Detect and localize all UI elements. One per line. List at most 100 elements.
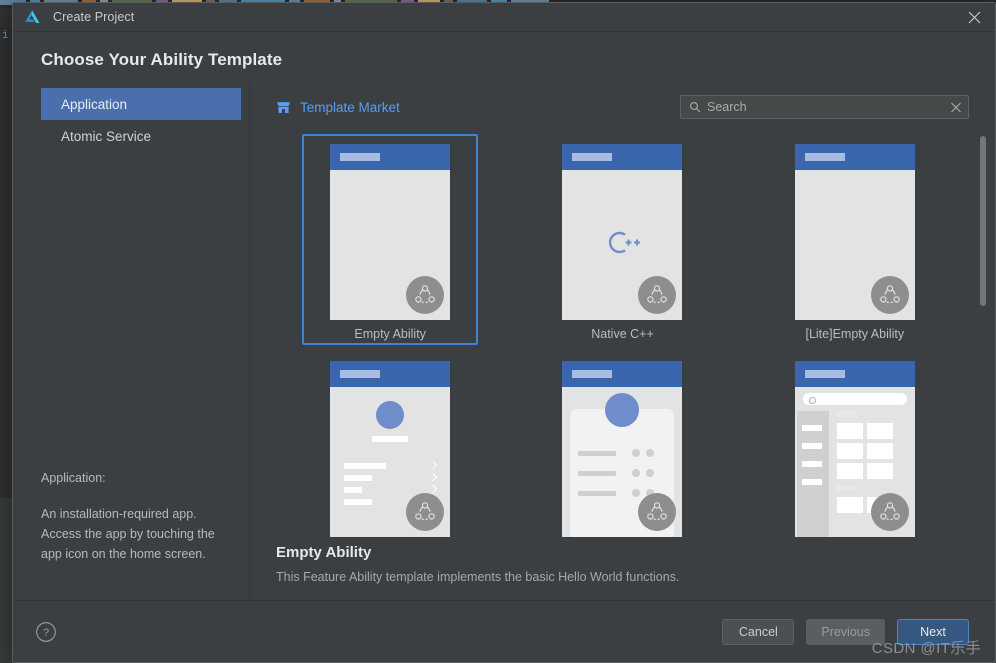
- footer-buttons: Cancel Previous Next: [722, 618, 969, 645]
- grid-tile: [866, 443, 893, 459]
- distributed-icon: [415, 502, 435, 521]
- template-card[interactable]: Native C++: [534, 134, 710, 345]
- distributed-badge: [406, 493, 445, 531]
- category-rail-item: [801, 479, 822, 485]
- template-scrollbar[interactable]: [980, 136, 986, 306]
- template-card[interactable]: [302, 351, 478, 538]
- distributed-icon: [415, 285, 435, 304]
- store-icon: [277, 101, 290, 113]
- profile-name-placeholder: [372, 436, 409, 442]
- list-item: [578, 451, 617, 456]
- thumbnail-appbar: [794, 144, 915, 170]
- section-header: [836, 485, 857, 491]
- grid-tile: [836, 443, 863, 459]
- category-list: Application Atomic Service: [13, 88, 249, 152]
- distributed-icon: [880, 285, 900, 304]
- list-item: [578, 491, 617, 496]
- selected-template-description: This Feature Ability template implements…: [276, 570, 680, 584]
- editor-gutter-text: i: [2, 30, 9, 42]
- category-rail-item: [801, 425, 822, 431]
- template-card[interactable]: [767, 351, 943, 538]
- template-thumbnail: [562, 144, 683, 320]
- thumbnail-appbar: [330, 144, 451, 170]
- template-search-box[interactable]: [680, 95, 969, 119]
- section-header: [836, 411, 857, 417]
- thumbnail-appbar: [562, 361, 683, 387]
- template-thumbnail: [330, 361, 451, 537]
- category-description-title: Application:: [41, 471, 106, 485]
- distributed-icon: [647, 502, 668, 521]
- avatar: [605, 393, 640, 427]
- category-description-body: An installation-required app. Access the…: [41, 507, 215, 561]
- next-button[interactable]: Next: [897, 618, 969, 645]
- help-circle-icon[interactable]: ?: [35, 621, 57, 643]
- template-label: Native C++: [591, 327, 654, 341]
- sidebar-item-label: Atomic Service: [61, 128, 152, 144]
- template-toolbar: Template Market: [250, 84, 995, 130]
- list-item: [344, 487, 363, 493]
- sidebar-item-application[interactable]: Application: [41, 88, 241, 120]
- list-item: [344, 499, 373, 505]
- search-icon: [690, 102, 701, 113]
- category-rail-item: [801, 461, 822, 467]
- dialog-footer: ? Cancel Previous Next CSDN @IT乐手: [13, 600, 995, 662]
- list-item: [344, 463, 387, 469]
- list-item: [578, 471, 617, 476]
- dialog-body: Choose Your Ability Template Application…: [13, 32, 995, 662]
- content-row: Application Atomic Service Application: A…: [13, 84, 995, 600]
- selected-template-info: Empty Ability This Feature Ability templ…: [250, 538, 995, 600]
- grid-tile: [866, 423, 893, 439]
- dialog-titlebar: Create Project: [13, 3, 995, 32]
- grid-tile: [836, 423, 863, 439]
- category-sidebar: Application Atomic Service Application: A…: [13, 84, 250, 600]
- create-project-dialog: Create Project Choose Your Ability Templ…: [12, 2, 996, 663]
- list-item: [344, 475, 373, 481]
- deveco-triangle-logo-icon: [25, 10, 40, 23]
- distributed-icon: [880, 502, 900, 521]
- template-card[interactable]: [534, 351, 710, 538]
- template-grid-scroll: Empty Ability Native C++ [Lite]Empty Abili…: [250, 130, 995, 538]
- grid-tile: [836, 497, 863, 513]
- svg-text:?: ?: [43, 627, 49, 639]
- sidebar-item-atomic-service[interactable]: Atomic Service: [41, 120, 241, 152]
- category-description: Application: An installation-required ap…: [13, 468, 249, 600]
- template-pane: Template Market Empty Abili: [250, 84, 995, 600]
- page-title: Choose Your Ability Template: [41, 50, 283, 69]
- previous-button: Previous: [806, 618, 885, 645]
- grid-tile: [836, 463, 863, 479]
- chevron-right-icon: [428, 460, 438, 470]
- template-market-link[interactable]: Template Market: [276, 100, 400, 115]
- category-rail-item: [801, 443, 822, 449]
- thumbnail-appbar: [330, 361, 451, 387]
- template-grid: Empty Ability Native C++ [Lite]Empty Abili…: [276, 130, 969, 538]
- dialog-title: Create Project: [53, 10, 135, 24]
- template-thumbnail: [794, 361, 915, 537]
- template-thumbnail: [794, 144, 915, 320]
- selected-template-title: Empty Ability: [276, 544, 372, 561]
- distributed-badge: [870, 276, 909, 314]
- chevron-right-icon: [428, 484, 438, 494]
- template-thumbnail: [330, 144, 451, 320]
- template-card[interactable]: Empty Ability: [302, 134, 479, 345]
- chevron-right-icon: [428, 472, 438, 482]
- thumbnail-appbar: [562, 144, 683, 170]
- template-label: Empty Ability: [354, 327, 426, 341]
- template-card[interactable]: [Lite]Empty Ability: [767, 134, 943, 345]
- distributed-icon: [647, 285, 668, 304]
- cancel-button[interactable]: Cancel: [722, 618, 795, 645]
- distributed-badge: [406, 276, 445, 314]
- avatar: [376, 401, 405, 429]
- close-icon: [968, 11, 980, 24]
- grid-tile: [866, 463, 893, 479]
- thumbnail-appbar: [794, 361, 915, 387]
- template-label: [Lite]Empty Ability: [805, 327, 905, 341]
- template-market-label: Template Market: [300, 99, 400, 115]
- cpp-logo-icon: [601, 230, 643, 261]
- template-thumbnail: [562, 361, 683, 537]
- clear-icon[interactable]: [950, 102, 962, 113]
- close-button[interactable]: [953, 3, 995, 32]
- search-input[interactable]: [707, 100, 944, 114]
- search-bar-placeholder: [802, 393, 907, 405]
- sidebar-item-label: Application: [61, 96, 128, 112]
- distributed-badge: [870, 493, 909, 531]
